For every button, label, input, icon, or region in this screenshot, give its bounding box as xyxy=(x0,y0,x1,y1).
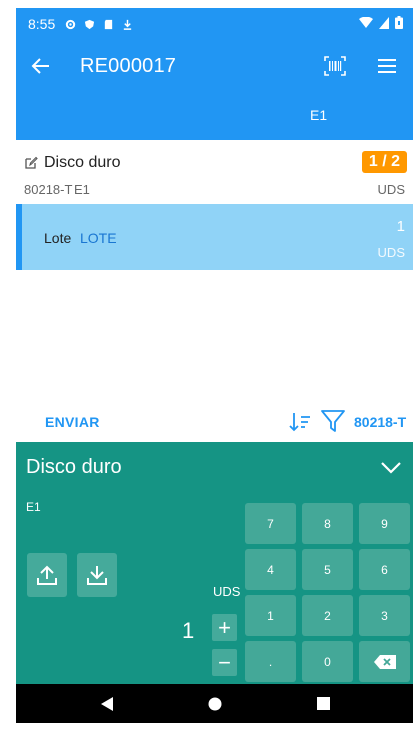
wifi-icon xyxy=(359,16,373,28)
quantity-value: 1 xyxy=(182,618,195,643)
key-2[interactable]: 2 xyxy=(302,595,353,636)
download-status-icon xyxy=(124,19,132,30)
lot-value: LOTE xyxy=(80,230,117,246)
barcode-icon xyxy=(324,56,346,76)
location-header: E1 xyxy=(16,92,413,140)
sd-card-status-icon xyxy=(105,19,113,29)
backspace-icon xyxy=(373,654,396,669)
send-button[interactable]: ENVIAR xyxy=(45,414,100,430)
key-7[interactable]: 7 xyxy=(245,503,296,544)
panel-unit: UDS xyxy=(213,584,241,599)
key-4[interactable]: 4 xyxy=(245,549,296,590)
device-frame: 8:55 RE000017 E1 Disco duro 80218-T E1 1… xyxy=(0,0,413,729)
app-toolbar: RE000017 xyxy=(16,40,413,92)
key-9[interactable]: 9 xyxy=(359,503,410,544)
nav-back-icon[interactable] xyxy=(100,697,114,711)
screen: 8:55 RE000017 E1 Disco duro 80218-T E1 1… xyxy=(16,8,413,723)
lot-quantity: 1 xyxy=(396,218,405,235)
status-time: 8:55 xyxy=(28,16,56,32)
page-title: RE000017 xyxy=(80,54,177,77)
upload-icon xyxy=(37,565,57,585)
settings-status-icon xyxy=(66,19,76,29)
item-name-row: Disco duro xyxy=(24,154,120,172)
key-8[interactable]: 8 xyxy=(302,503,353,544)
arrow-back-icon xyxy=(31,58,49,74)
decrement-button[interactable]: − xyxy=(212,649,237,676)
location-header-label: E1 xyxy=(310,107,328,123)
status-right xyxy=(359,16,403,29)
barcode-scan-button[interactable] xyxy=(315,46,355,86)
menu-icon xyxy=(378,59,396,73)
sort-icon[interactable] xyxy=(288,410,312,434)
chevron-down-icon[interactable] xyxy=(377,454,405,482)
signal-icon xyxy=(379,16,389,29)
menu-button[interactable] xyxy=(367,46,407,86)
backspace-button[interactable] xyxy=(359,641,410,682)
lot-row[interactable]: Lote LOTE 1 UDS xyxy=(16,204,413,270)
lot-label: Lote xyxy=(44,230,72,246)
system-nav-bar xyxy=(16,684,413,723)
back-button[interactable] xyxy=(16,40,66,92)
item-header[interactable]: Disco duro 80218-T E1 1 / 2 UDS xyxy=(16,140,413,204)
edit-icon[interactable] xyxy=(24,156,38,170)
item-code: 80218-T xyxy=(24,182,73,197)
filter-value[interactable]: 80218-T xyxy=(354,414,406,430)
download-button[interactable] xyxy=(77,553,117,597)
key-0[interactable]: 0 xyxy=(302,641,353,682)
nav-home-icon[interactable] xyxy=(208,697,222,711)
shield-status-icon xyxy=(85,19,95,29)
filter-icon[interactable] xyxy=(320,408,346,434)
item-name: Disco duro xyxy=(44,154,121,171)
key-dot[interactable]: . xyxy=(245,641,296,682)
key-1[interactable]: 1 xyxy=(245,595,296,636)
action-bar: ENVIAR 80218-T xyxy=(16,406,413,442)
item-location: E1 xyxy=(74,182,90,197)
status-bar: 8:55 xyxy=(16,8,413,40)
toolbar-actions xyxy=(315,46,407,86)
panel-location: E1 xyxy=(26,500,41,514)
key-6[interactable]: 6 xyxy=(359,549,410,590)
increment-button[interactable]: + xyxy=(212,614,237,641)
download-icon xyxy=(87,566,107,585)
key-5[interactable]: 5 xyxy=(302,549,353,590)
progress-badge: 1 / 2 xyxy=(361,151,407,173)
battery-icon xyxy=(395,16,403,29)
key-3[interactable]: 3 xyxy=(359,595,410,636)
item-unit: UDS xyxy=(377,182,405,197)
panel-item-name: Disco duro xyxy=(26,456,122,478)
lot-unit: UDS xyxy=(377,245,405,260)
upload-button[interactable] xyxy=(27,553,67,597)
quantity-panel: Disco duro E1 UDS 1 + − 7 8 9 4 5 6 1 2 … xyxy=(16,442,413,684)
nav-recents-icon[interactable] xyxy=(317,697,330,710)
